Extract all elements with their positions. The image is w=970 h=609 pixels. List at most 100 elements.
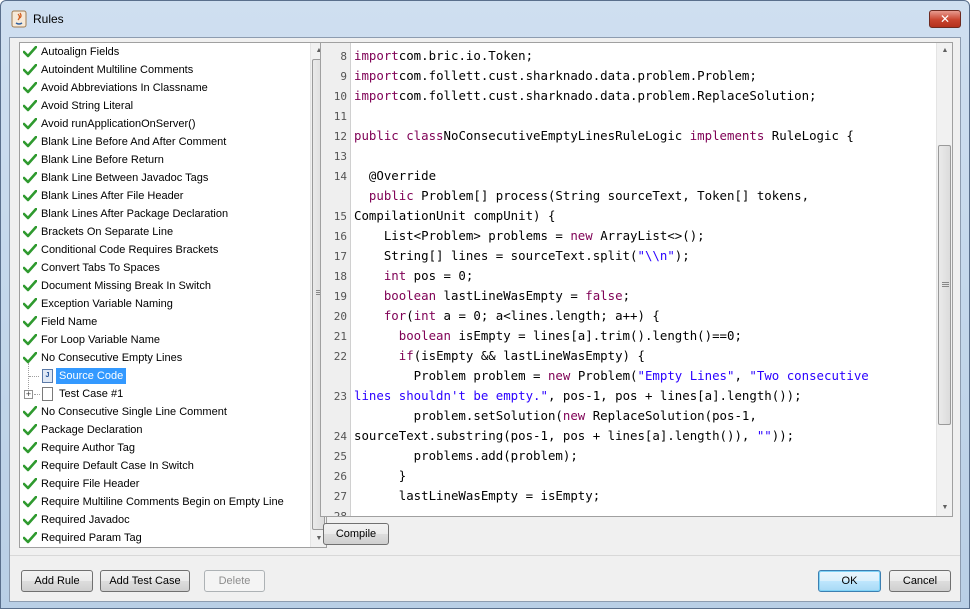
line-number: 10 [333,90,347,103]
rule-label: Required Javadoc [41,514,130,526]
rule-item[interactable]: Avoid Abbreviations In Classname [20,79,310,97]
code-line: List<Problem> problems = new ArrayList<>… [354,226,705,246]
delete-button[interactable]: Delete [204,570,265,592]
code-text: problems.add(problem); [354,448,578,463]
code-text: Problem problem = [354,368,548,383]
rule-item[interactable]: Blank Lines After Package Declaration [20,205,310,223]
code-string: lines shouldn't be empty." [354,388,548,403]
code-keyword: int [413,308,437,323]
code-text: @Override [354,168,437,183]
rule-item[interactable]: Require Multiline Comments Begin on Empt… [20,493,310,511]
rule-item[interactable]: No Consecutive Empty Lines [20,349,310,367]
check-icon [23,496,37,508]
ok-button[interactable]: OK [818,570,881,592]
compile-button[interactable]: Compile [323,523,389,545]
rule-item[interactable]: No Consecutive Single Line Comment [20,403,310,421]
code-line: importcom.follett.cust.sharknado.data.pr… [354,86,817,106]
rule-item[interactable]: Avoid String Literal [20,97,310,115]
code-keyword: if [354,348,414,363]
test-case-node[interactable]: + Test Case #1 [20,385,310,403]
line-number: 27 [333,490,347,503]
scroll-down-icon[interactable]: ▼ [937,500,952,516]
check-icon [23,190,37,202]
check-icon [23,460,37,472]
rule-item[interactable]: Required Javadoc [20,511,310,529]
rule-item[interactable]: Blank Line Before And After Comment [20,133,310,151]
rule-item[interactable]: Blank Line Between Javadoc Tags [20,169,310,187]
rule-label: Require Author Tag [41,442,135,454]
rule-item[interactable]: Autoalign Fields [20,43,310,61]
rule-item[interactable]: Conditional Code Requires Brackets [20,241,310,259]
code-keyword: new [547,368,571,383]
rule-item[interactable]: Field Name [20,313,310,331]
code-keyword: false [585,288,623,303]
rule-label: Autoindent Multiline Comments [41,64,194,76]
check-icon [23,82,37,94]
code-string: "Two consecutive [749,368,869,383]
code-line: problems.add(problem); [354,446,578,466]
rule-label: Document Missing Break In Switch [41,280,211,292]
code-line: } [354,466,406,486]
code-text: String[] lines = sourceText.split( [354,248,638,263]
code-line: lines shouldn't be empty.", pos-1, pos +… [354,386,802,406]
check-icon [23,352,37,364]
line-number: 26 [333,470,347,483]
cancel-button[interactable]: Cancel [889,570,951,592]
code-editor[interactable]: 8 9 10 11 12 13 14 15 16 17 18 19 20 21 22 23 24 25 26 27 28… [320,42,953,517]
code-text: pos = 0; [406,268,474,283]
rule-item[interactable]: Exception Variable Naming [20,295,310,313]
code-line: public Problem[] process(String sourceTe… [354,186,809,206]
code-line: CompilationUnit compUnit) { [354,206,555,226]
title-bar: Rules ✕ [1,1,969,37]
add-test-case-button[interactable]: Add Test Case [100,570,190,592]
rule-item[interactable]: Require Default Case In Switch [20,457,310,475]
rule-item[interactable]: Convert Tabs To Spaces [20,259,310,277]
rule-item[interactable]: Avoid runApplicationOnServer() [20,115,310,133]
check-icon [23,298,37,310]
code-keyword: boolean [354,288,437,303]
rule-item[interactable]: Require File Header [20,475,310,493]
source-code-node[interactable]: J Source Code [20,367,310,385]
check-icon [23,406,37,418]
close-button[interactable]: ✕ [929,10,961,28]
code-string: "Empty Lines" [637,368,735,383]
rule-label: Avoid runApplicationOnServer() [41,118,196,130]
code-text: , pos-1, pos + lines[a].length()); [547,388,802,403]
rule-item[interactable]: Brackets On Separate Line [20,223,310,241]
scrollbar-thumb[interactable] [938,145,951,425]
code-line: if(isEmpty && lastLineWasEmpty) { [354,346,645,366]
rule-item[interactable]: Require Author Tag [20,439,310,457]
code-keyword: import [354,48,399,63]
code-keyword: public [354,188,414,203]
rule-label: Blank Line Before And After Comment [41,136,227,148]
rule-item[interactable]: Required Param Tag [20,529,310,547]
rule-item[interactable]: Package Declaration [20,421,310,439]
rule-item[interactable]: For Loop Variable Name [20,331,310,349]
add-rule-button[interactable]: Add Rule [21,570,93,592]
rule-item[interactable]: Blank Line Before Return [20,151,310,169]
rule-label: Autoalign Fields [41,46,120,58]
check-icon [23,532,37,544]
line-number: 17 [333,250,347,263]
check-icon [23,424,37,436]
code-text: Problem[] process(String sourceText, Tok… [413,188,810,203]
rule-item[interactable]: Autoindent Multiline Comments [20,61,310,79]
code-text: com.follett.cust.sharknado.data.problem.… [398,68,757,83]
rule-item[interactable]: Blank Lines After File Header [20,187,310,205]
editor-scrollbar[interactable]: ▲ ▼ [936,43,952,516]
rule-item[interactable]: Document Missing Break In Switch [20,277,310,295]
scroll-up-icon[interactable]: ▲ [937,43,952,59]
line-number: 11 [333,110,347,123]
divider [10,555,960,556]
rule-label: Field Name [41,316,98,328]
check-icon [23,118,37,130]
check-icon [23,316,37,328]
rule-label: Required Param Tag [41,532,142,544]
code-text: com.bric.io.Token; [398,48,534,63]
expand-icon[interactable]: + [24,390,33,399]
code-text: RuleLogic { [764,128,854,143]
rules-dialog: Rules ✕ Autoalign Fields Autoindent Multi… [0,0,970,609]
code-text: ); [674,248,690,263]
check-icon [23,136,37,148]
code-line: int pos = 0; [354,266,474,286]
